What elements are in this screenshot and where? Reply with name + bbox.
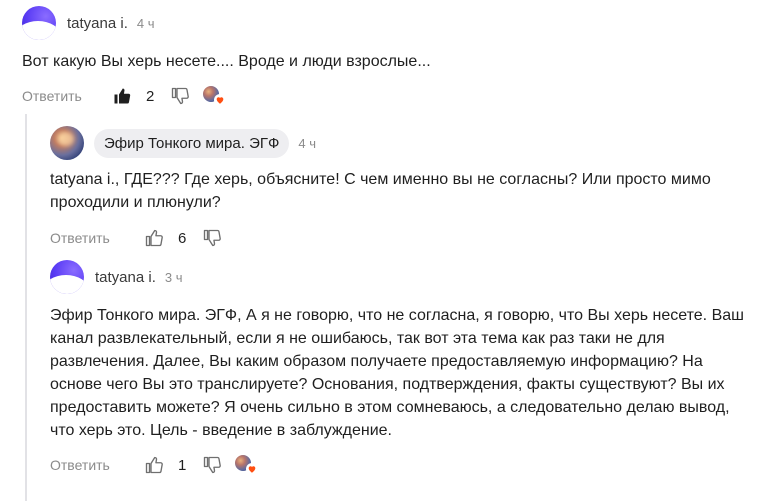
reply-button[interactable]: Ответить xyxy=(50,230,144,246)
thread-line xyxy=(25,114,27,501)
comment-actions: Ответить 6 xyxy=(50,226,750,250)
reply-button[interactable]: Ответить xyxy=(50,457,144,473)
author-name[interactable]: tatyana i. xyxy=(67,15,128,32)
thumb-up-outline-icon[interactable] xyxy=(144,228,164,248)
reply-button[interactable]: Ответить xyxy=(22,88,112,104)
avatar[interactable] xyxy=(50,260,84,294)
timestamp: 3 ч xyxy=(164,269,183,285)
comment-header: tatyana i. 4 ч xyxy=(22,6,752,40)
comment: tatyana i. 3 ч Эфир Тонкого мира. ЭГФ, А… xyxy=(50,260,750,477)
comment: tatyana i. 4 ч Вот какую Вы херь несете.… xyxy=(22,6,752,108)
avatar[interactable] xyxy=(22,6,56,40)
like-count: 2 xyxy=(146,87,155,105)
heart-icon xyxy=(246,463,258,475)
author-name[interactable]: tatyana i. xyxy=(95,269,156,286)
timestamp: 4 ч xyxy=(298,135,316,151)
thumb-down-outline-icon[interactable] xyxy=(202,455,222,475)
thumb-down-outline-icon[interactable] xyxy=(170,86,190,106)
avatar[interactable] xyxy=(50,126,84,160)
like-count: 6 xyxy=(178,229,187,247)
author-liked-badge xyxy=(234,454,258,476)
comment-text: Вот какую Вы херь несете.... Вроде и люд… xyxy=(22,53,431,70)
thumb-up-filled-icon[interactable] xyxy=(112,86,132,106)
timestamp: 4 ч xyxy=(136,15,155,31)
comment-text: tatyana i., ГДЕ??? Где херь, объясните! … xyxy=(50,171,711,211)
thumb-down-outline-icon[interactable] xyxy=(202,228,222,248)
thumb-up-outline-icon[interactable] xyxy=(144,455,164,475)
comment-actions: Ответить 1 xyxy=(50,453,750,477)
comment-header: tatyana i. 3 ч xyxy=(50,260,750,294)
comment-actions: Ответить 2 xyxy=(22,84,752,108)
like-count: 1 xyxy=(178,456,187,474)
author-name[interactable]: Эфир Тонкого мира. ЭГФ xyxy=(94,128,290,158)
author-liked-badge xyxy=(202,85,226,107)
comment-text: Эфир Тонкого мира. ЭГФ, А я не говорю, ч… xyxy=(50,307,744,439)
comment-header: Эфир Тонкого мира. ЭГФ 4 ч xyxy=(50,126,750,160)
comment: Эфир Тонкого мира. ЭГФ 4 ч tatyana i., Г… xyxy=(50,126,750,250)
heart-icon xyxy=(214,94,226,106)
